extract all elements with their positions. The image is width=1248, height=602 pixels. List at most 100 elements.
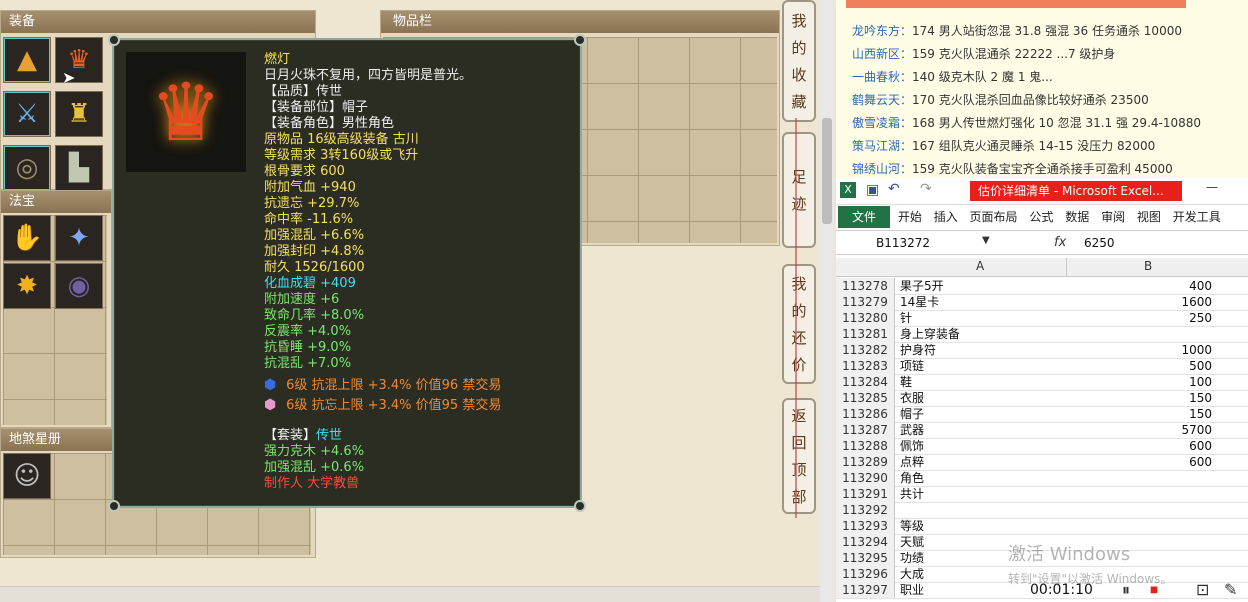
row-number[interactable]: 113296 bbox=[836, 566, 895, 582]
cell-a[interactable]: 功绩 bbox=[900, 550, 924, 566]
table-row[interactable]: 113291 共计 bbox=[836, 486, 1248, 503]
table-row[interactable]: 113287 武器 5700 bbox=[836, 422, 1248, 439]
cell-b[interactable]: 500 bbox=[1189, 358, 1212, 374]
cell-a[interactable]: 佩饰 bbox=[900, 438, 924, 454]
table-row[interactable]: 113292 bbox=[836, 502, 1248, 519]
row-number[interactable]: 113281 bbox=[836, 326, 895, 342]
cell-a[interactable]: 针 bbox=[900, 310, 912, 326]
stop-icon[interactable]: ⏹ bbox=[1150, 580, 1158, 600]
row-number[interactable]: 113292 bbox=[836, 502, 895, 518]
table-row[interactable]: 113289 点粹 600 bbox=[836, 454, 1248, 471]
cell-b[interactable]: 1600 bbox=[1181, 294, 1212, 310]
row-number[interactable]: 113284 bbox=[836, 374, 895, 390]
row-number[interactable]: 113283 bbox=[836, 358, 895, 374]
cell-a[interactable]: 大成 bbox=[900, 566, 924, 582]
fx-icon[interactable]: fx bbox=[1054, 235, 1066, 250]
weapon-slot[interactable]: ⚔ bbox=[3, 91, 51, 137]
cell-b[interactable]: 1000 bbox=[1181, 342, 1212, 358]
cell-a[interactable]: 角色 bbox=[900, 470, 924, 486]
cell-a[interactable]: 武器 bbox=[900, 422, 924, 438]
table-row[interactable]: 113293 等级 bbox=[836, 518, 1248, 535]
row-number[interactable]: 113297 bbox=[836, 582, 895, 598]
side-button-my-bargain[interactable]: 我的还价 bbox=[782, 264, 816, 384]
row-number[interactable]: 113289 bbox=[836, 454, 895, 470]
row-number[interactable]: 113295 bbox=[836, 550, 895, 566]
boots-slot[interactable]: ▙ bbox=[55, 145, 103, 191]
table-row[interactable]: 113280 针 250 bbox=[836, 310, 1248, 327]
magic-slot-4[interactable]: ◉ bbox=[55, 263, 103, 309]
namebox-dropdown-icon[interactable]: ▼ bbox=[982, 235, 990, 246]
side-button-back-to-top[interactable]: 返回顶部 bbox=[782, 398, 816, 514]
row-number[interactable]: 113279 bbox=[836, 294, 895, 310]
cell-b[interactable]: 600 bbox=[1189, 454, 1212, 470]
table-row[interactable]: 113284 鞋 100 bbox=[836, 374, 1248, 391]
table-row[interactable]: 113278 果子5开 400 bbox=[836, 278, 1248, 295]
row-number[interactable]: 113290 bbox=[836, 470, 895, 486]
cell-a[interactable]: 天赋 bbox=[900, 534, 924, 550]
listing-row[interactable]: 锦绣山河：159 克火队装备宝宝齐全通杀接手可盈利 45000 bbox=[852, 160, 1173, 177]
star-book-slot-1[interactable]: ☺ bbox=[3, 453, 51, 499]
tab-file[interactable]: 文件 bbox=[838, 206, 891, 228]
table-row[interactable]: 113279 14星卡 1600 bbox=[836, 294, 1248, 311]
listing-row[interactable]: 龙吟东方：174 男人站街忽混 31.8 强混 36 任务通杀 10000 bbox=[852, 22, 1182, 39]
cell-a[interactable]: 项链 bbox=[900, 358, 924, 374]
cell-b[interactable]: 150 bbox=[1189, 390, 1212, 406]
table-row[interactable]: 113283 项链 500 bbox=[836, 358, 1248, 375]
pen-icon[interactable]: ✎ bbox=[1224, 580, 1237, 599]
page-scrollbar[interactable] bbox=[820, 0, 834, 602]
cell-a[interactable]: 共计 bbox=[900, 486, 924, 502]
cell-b[interactable]: 400 bbox=[1189, 278, 1212, 294]
side-button-footprints[interactable]: 足迹 bbox=[782, 132, 816, 248]
column-b-header[interactable]: B bbox=[1144, 259, 1152, 273]
cell-b[interactable]: 5700 bbox=[1181, 422, 1212, 438]
cell-a[interactable]: 点粹 bbox=[900, 454, 924, 470]
table-row[interactable]: 113290 角色 bbox=[836, 470, 1248, 487]
cell-a[interactable]: 鞋 bbox=[900, 374, 912, 390]
row-number[interactable]: 113291 bbox=[836, 486, 895, 502]
table-row[interactable]: 113286 帽子 150 bbox=[836, 406, 1248, 423]
tab-home[interactable]: 开始 bbox=[894, 206, 926, 228]
cell-a[interactable]: 身上穿装备 bbox=[900, 326, 960, 342]
save-icon[interactable]: ▣ bbox=[866, 182, 879, 198]
cell-b[interactable]: 600 bbox=[1189, 438, 1212, 454]
hat-slot[interactable]: ▲ bbox=[3, 37, 51, 83]
cell-a[interactable]: 衣服 bbox=[900, 390, 924, 406]
name-box[interactable]: B113272 bbox=[876, 236, 930, 250]
magic-slot-2[interactable]: ✦ bbox=[55, 215, 103, 261]
camera-icon[interactable]: ⊡ bbox=[1196, 580, 1209, 599]
cell-a[interactable]: 帽子 bbox=[900, 406, 924, 422]
row-number[interactable]: 113280 bbox=[836, 310, 895, 326]
cell-a[interactable]: 等级 bbox=[900, 518, 924, 534]
cell-a[interactable]: 护身符 bbox=[900, 342, 936, 358]
tab-insert[interactable]: 插入 bbox=[930, 206, 962, 228]
row-number[interactable]: 113293 bbox=[836, 518, 895, 534]
row-number[interactable]: 113288 bbox=[836, 438, 895, 454]
table-row[interactable]: 113282 护身符 1000 bbox=[836, 342, 1248, 359]
bottom-scrollbar[interactable] bbox=[0, 586, 820, 602]
row-number[interactable]: 113287 bbox=[836, 422, 895, 438]
magic-slot-3[interactable]: ✸ bbox=[3, 263, 51, 309]
undo-icon[interactable]: ↶ bbox=[888, 181, 900, 197]
scrollbar-thumb[interactable] bbox=[822, 118, 832, 224]
row-number[interactable]: 113294 bbox=[836, 534, 895, 550]
row-number[interactable]: 113286 bbox=[836, 406, 895, 422]
magic-slot-1[interactable]: ✋ bbox=[3, 215, 51, 261]
tab-data[interactable]: 数据 bbox=[1061, 206, 1093, 228]
redo-icon[interactable]: ↷ bbox=[920, 181, 932, 197]
table-row[interactable]: 113288 佩饰 600 bbox=[836, 438, 1248, 455]
listing-row[interactable]: 一曲春秋：140 级克木队 2 魔 1 鬼... bbox=[852, 68, 1053, 85]
cell-b[interactable]: 250 bbox=[1189, 310, 1212, 326]
row-number[interactable]: 113278 bbox=[836, 278, 895, 294]
armor-slot[interactable]: ♜ bbox=[55, 91, 103, 137]
table-row[interactable]: 113285 衣服 150 bbox=[836, 390, 1248, 407]
row-number[interactable]: 113285 bbox=[836, 390, 895, 406]
tab-developer[interactable]: 开发工具 bbox=[1169, 206, 1225, 228]
table-row[interactable]: 113281 身上穿装备 bbox=[836, 326, 1248, 343]
side-button-favorites[interactable]: 我的收藏 bbox=[782, 0, 816, 122]
tab-page-layout[interactable]: 页面布局 bbox=[966, 206, 1022, 228]
necklace-slot[interactable]: ◎ bbox=[3, 145, 51, 191]
cell-a[interactable]: 果子5开 bbox=[900, 278, 944, 294]
cell-b[interactable]: 150 bbox=[1189, 406, 1212, 422]
listing-row[interactable]: 傲雪凌霜：168 男人传世燃灯强化 10 忽混 31.1 强 29.4-1088… bbox=[852, 114, 1201, 131]
formula-value[interactable]: 6250 bbox=[1084, 236, 1115, 250]
